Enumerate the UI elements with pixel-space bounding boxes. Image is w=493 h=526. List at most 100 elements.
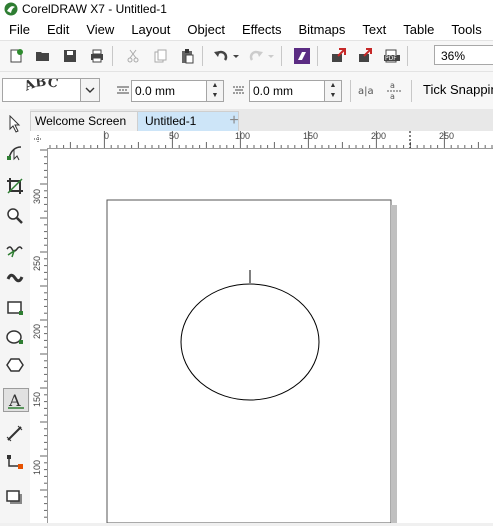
magnifier-icon bbox=[7, 208, 23, 224]
menu-effects[interactable]: Effects bbox=[233, 22, 290, 37]
rectangle-tool-button[interactable] bbox=[3, 297, 27, 319]
toolbar-separator bbox=[411, 80, 412, 102]
artistic-text-style-selector[interactable]: ABC bbox=[2, 78, 100, 102]
vertical-ruler[interactable]: 300 250 200 150 100 bbox=[30, 148, 48, 523]
redo-button[interactable] bbox=[247, 45, 277, 67]
svg-text:a|a: a|a bbox=[358, 86, 374, 97]
window-title: CorelDRAW X7 - Untitled-1 bbox=[22, 2, 167, 16]
pdf-icon: PDF bbox=[384, 49, 400, 63]
drawing-canvas[interactable] bbox=[48, 149, 493, 524]
tick-snapping-button[interactable]: Tick Snapping bbox=[423, 82, 493, 97]
menu-table[interactable]: Table bbox=[394, 22, 442, 37]
menu-bar: File Edit View Layout Object Effects Bit… bbox=[0, 18, 493, 40]
brush-stroke-icon bbox=[6, 273, 24, 283]
toolbar-separator bbox=[350, 80, 351, 102]
paste-button[interactable] bbox=[176, 45, 198, 67]
export-icon bbox=[359, 48, 372, 62]
ruler-h-label: 150 bbox=[303, 131, 319, 141]
ellipse-icon bbox=[6, 330, 23, 344]
crop-icon bbox=[7, 178, 23, 194]
save-button[interactable] bbox=[59, 45, 81, 67]
menu-text[interactable]: Text bbox=[353, 22, 394, 37]
svg-text:a: a bbox=[390, 92, 395, 100]
print-button[interactable] bbox=[86, 45, 108, 67]
artistic-media-tool-button[interactable] bbox=[3, 267, 27, 289]
freehand-icon bbox=[6, 246, 23, 258]
arc-text-icon: ABC bbox=[21, 79, 59, 95]
menu-object[interactable]: Object bbox=[178, 22, 233, 37]
publish-pdf-button[interactable]: PDF bbox=[381, 45, 403, 67]
horizontal-ruler-ticks bbox=[49, 131, 493, 148]
copy-button[interactable] bbox=[149, 45, 171, 67]
menu-layout[interactable]: Layout bbox=[122, 22, 178, 37]
redo-icon bbox=[249, 50, 274, 61]
vertical-offset-value: 0.0 mm bbox=[253, 84, 294, 98]
drop-shadow-tool-button[interactable] bbox=[3, 487, 27, 509]
standard-toolbar: PDF 36% bbox=[0, 40, 493, 71]
vertical-offset-spinner[interactable]: ▲ ▼ bbox=[324, 81, 341, 101]
svg-text:PDF: PDF bbox=[385, 55, 397, 62]
tab-welcome-screen[interactable]: Welcome Screen bbox=[30, 111, 138, 131]
spin-down-icon[interactable]: ▼ bbox=[325, 91, 341, 101]
ruler-v-label: 250 bbox=[32, 255, 42, 271]
horizontal-offset-icon bbox=[117, 86, 129, 94]
new-document-button[interactable] bbox=[5, 45, 27, 67]
menu-bitmaps[interactable]: Bitmaps bbox=[289, 22, 353, 37]
undo-icon bbox=[214, 50, 239, 61]
export-button[interactable] bbox=[354, 45, 376, 67]
menu-edit[interactable]: Edit bbox=[38, 22, 77, 37]
ruler-origin-icon bbox=[34, 135, 42, 143]
undo-button[interactable] bbox=[212, 45, 242, 67]
spin-down-icon[interactable]: ▼ bbox=[207, 91, 223, 101]
ruler-h-label: 250 bbox=[439, 131, 455, 141]
import-icon bbox=[332, 48, 346, 62]
chevron-down-icon bbox=[85, 87, 95, 93]
search-content-button[interactable] bbox=[291, 45, 313, 67]
scissors-icon bbox=[127, 49, 139, 63]
content-exchange-icon bbox=[294, 48, 310, 64]
clipboard-icon bbox=[182, 49, 194, 64]
style-dropdown-button[interactable] bbox=[80, 79, 99, 101]
text-align-icon[interactable]: a|a bbox=[358, 83, 374, 99]
zoom-level-field[interactable]: 36% bbox=[434, 45, 493, 65]
cut-button[interactable] bbox=[122, 45, 144, 67]
new-document-icon bbox=[10, 49, 23, 63]
open-button[interactable] bbox=[32, 45, 54, 67]
shape-tool-button[interactable] bbox=[3, 141, 27, 163]
title-bar: CorelDRAW X7 - Untitled-1 bbox=[0, 0, 493, 18]
pick-tool-button[interactable] bbox=[3, 113, 27, 135]
horizontal-offset-value: 0.0 mm bbox=[135, 84, 176, 98]
text-distribute-icon[interactable]: aa bbox=[386, 80, 402, 100]
menu-view[interactable]: View bbox=[77, 22, 122, 37]
menu-file[interactable]: File bbox=[0, 22, 38, 37]
connector-tool-button[interactable] bbox=[3, 452, 27, 474]
horizontal-ruler[interactable]: 0 50 100 150 200 250 bbox=[48, 131, 493, 149]
import-button[interactable] bbox=[327, 45, 349, 67]
drop-shadow-icon bbox=[6, 490, 22, 504]
vertical-offset-field[interactable]: 0.0 mm ▲ ▼ bbox=[249, 80, 342, 102]
menu-tools[interactable]: Tools bbox=[442, 22, 489, 37]
add-document-tab-button[interactable]: + bbox=[219, 111, 249, 130]
arrow-pointer-icon bbox=[9, 115, 21, 133]
coreldraw-logo-icon bbox=[4, 2, 18, 16]
toolbar-separator bbox=[317, 46, 318, 66]
zoom-tool-button[interactable] bbox=[3, 205, 27, 227]
toolbox: A bbox=[0, 109, 31, 523]
ruler-origin[interactable] bbox=[30, 131, 49, 149]
horizontal-offset-field[interactable]: 0.0 mm ▲ ▼ bbox=[131, 80, 224, 102]
toolbar-separator bbox=[202, 46, 203, 66]
folder-icon bbox=[36, 52, 49, 61]
horizontal-offset-spinner[interactable]: ▲ ▼ bbox=[206, 81, 223, 101]
connector-icon bbox=[7, 455, 23, 469]
crop-tool-button[interactable] bbox=[3, 175, 27, 197]
svg-text:A: A bbox=[8, 391, 21, 409]
polygon-tool-button[interactable] bbox=[3, 354, 27, 376]
toolbar-separator bbox=[281, 46, 282, 66]
freehand-tool-button[interactable] bbox=[3, 239, 27, 261]
dimension-tool-button[interactable] bbox=[3, 423, 27, 445]
ellipse-tool-button[interactable] bbox=[3, 326, 27, 348]
printer-icon bbox=[91, 49, 103, 63]
text-tool-button[interactable]: A bbox=[3, 388, 29, 412]
ruler-h-label: 200 bbox=[371, 131, 387, 141]
save-icon bbox=[64, 50, 76, 62]
